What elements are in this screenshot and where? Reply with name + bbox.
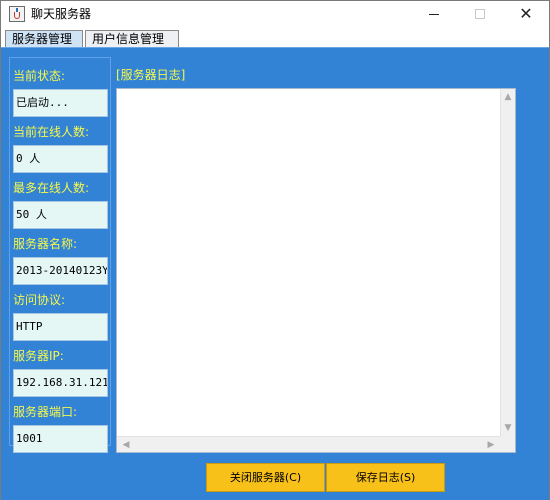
chat-server-window: 聊天服务器 ✕ 服务器管理 用户信息管理 当前状态: 已启动... 当前在线人数… <box>0 0 550 500</box>
close-server-button[interactable]: 关闭服务器(C) <box>206 463 325 492</box>
tab-user-info-management[interactable]: 用户信息管理 <box>85 30 179 48</box>
status-label: 当前状态: <box>13 69 66 83</box>
status-field[interactable]: 已启动... <box>13 89 108 117</box>
max-online-field[interactable]: 50 人 <box>13 201 108 229</box>
server-ip-label: 服务器IP: <box>13 349 64 363</box>
tab-server-management[interactable]: 服务器管理 <box>5 30 83 48</box>
maximize-button[interactable] <box>457 1 503 28</box>
scroll-left-icon[interactable]: ◀ <box>119 438 133 452</box>
save-log-button[interactable]: 保存日志(S) <box>326 463 445 492</box>
vertical-scrollbar[interactable]: ▲ ▼ <box>500 89 515 436</box>
server-name-label: 服务器名称: <box>13 237 78 251</box>
minimize-button[interactable] <box>411 1 457 28</box>
scroll-up-icon[interactable]: ▲ <box>501 90 515 104</box>
server-name-field[interactable]: 2013-20140123YU <box>13 257 108 285</box>
scrollbar-corner <box>500 436 515 452</box>
online-count-label: 当前在线人数: <box>13 125 90 139</box>
protocol-field[interactable]: HTTP <box>13 313 108 341</box>
title-bar[interactable]: 聊天服务器 ✕ <box>1 1 549 28</box>
minimize-icon <box>429 13 439 15</box>
server-log-textarea[interactable]: ▲ ▼ ◀ ▶ <box>116 88 516 453</box>
maximize-icon <box>475 9 485 19</box>
tab-strip: 服务器管理 用户信息管理 <box>1 28 549 48</box>
server-port-field[interactable]: 1001 <box>13 425 108 453</box>
protocol-label: 访问协议: <box>13 293 66 307</box>
close-button[interactable]: ✕ <box>503 1 549 28</box>
server-log-label: [服务器日志] <box>116 68 186 82</box>
server-ip-field[interactable]: 192.168.31.121 <box>13 369 108 397</box>
max-online-label: 最多在线人数: <box>13 181 90 195</box>
online-count-field[interactable]: 0 人 <box>13 145 108 173</box>
server-management-panel: 当前状态: 已启动... 当前在线人数: 0 人 最多在线人数: 50 人 服务… <box>1 47 549 500</box>
server-port-label: 服务器端口: <box>13 405 78 419</box>
close-icon: ✕ <box>519 4 533 23</box>
window-title: 聊天服务器 <box>31 7 92 21</box>
scroll-right-icon[interactable]: ▶ <box>484 438 498 452</box>
scroll-down-icon[interactable]: ▼ <box>501 421 515 435</box>
horizontal-scrollbar[interactable]: ◀ ▶ <box>117 436 500 452</box>
cup-mark <box>14 12 20 19</box>
server-info-panel: 当前状态: 已启动... 当前在线人数: 0 人 最多在线人数: 50 人 服务… <box>9 57 111 453</box>
java-coffee-cup-icon <box>9 6 25 22</box>
